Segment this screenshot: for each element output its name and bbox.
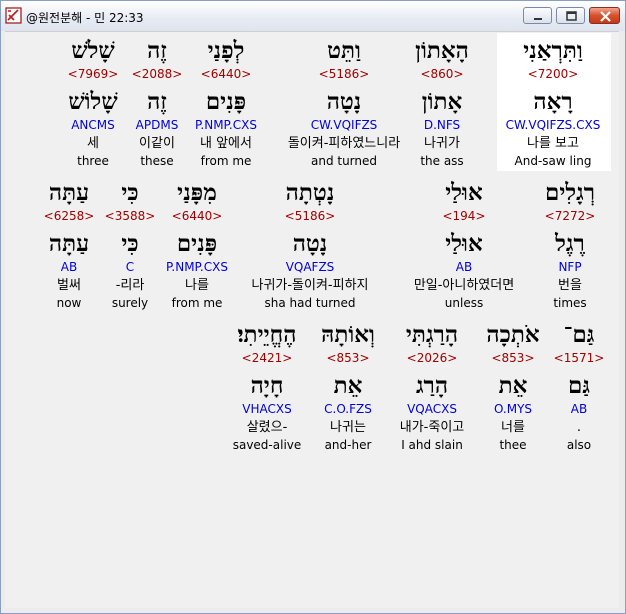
lemma: נָטָה <box>326 88 362 115</box>
word-column[interactable]: וַתִּרְאַנִי <7200> רָאָה CW.VQIFZS.CXS 나를 보… <box>493 36 613 169</box>
english-gloss: times <box>553 296 587 310</box>
strong-number: <2421> <box>241 351 293 365</box>
english-gloss: sha had turned <box>264 296 356 310</box>
app-icon <box>5 7 22 24</box>
korean-gloss: 돌이켜-피하였느니라 <box>287 136 401 151</box>
title-bar[interactable]: @원전분해 - 민 22:33 <box>1 1 625 31</box>
hebrew-word: וַתִּרְאַנִי <box>523 37 583 64</box>
korean-gloss: 나귀가-돌이켜-피하지 <box>251 278 369 293</box>
english-gloss: now <box>56 296 82 310</box>
hebrew-word: שָׁלֹשׁ <box>71 37 115 64</box>
word-column[interactable]: עַתָּה <6258> עַתָּה AB 벌써 now <box>9 178 129 311</box>
english-gloss: saved-alive <box>232 438 302 452</box>
close-icon <box>600 11 611 22</box>
korean-gloss: 살렸으- <box>246 420 288 435</box>
hebrew-word: עַתָּה <box>48 179 90 206</box>
english-gloss: and turned <box>310 154 378 168</box>
word-column[interactable]: אוּלַי <194> אוּלַי AB 만일-아니하였더면 unless <box>404 178 524 311</box>
english-gloss: unless <box>444 296 484 310</box>
lemma: עַתָּה <box>48 230 90 257</box>
word-column[interactable]: שָׁלֹשׁ <7969> שָׁלוֹשׁ ANCMS 세 three <box>33 36 153 169</box>
morphology-code: NFP <box>558 260 582 274</box>
word-column[interactable]: וַתֵּט <5186> נָטָה CW.VQIFZS 돌이켜-피하였느니라 and … <box>284 36 404 169</box>
maximize-icon <box>566 11 577 21</box>
minimize-icon <box>534 18 542 20</box>
lemma: אוּלַי <box>445 230 483 257</box>
morphology-code: AB <box>455 260 473 274</box>
strong-number: <7200> <box>527 67 579 81</box>
morphology-code: CW.VQIFZS <box>310 118 378 132</box>
strong-number: <194> <box>442 209 486 223</box>
korean-gloss: 나를 보고 <box>527 136 579 151</box>
hebrew-word: נָטְתָה <box>285 179 335 206</box>
hebrew-word: אוּלַי <box>445 179 483 206</box>
hebrew-word: רְגָלִים <box>544 179 596 206</box>
word-column[interactable]: הֶחֱיֵיתִי׃ <2421> חָיָה VHACXS 살렸으-saved-al… <box>207 320 327 453</box>
close-button[interactable] <box>589 7 620 24</box>
maximize-button[interactable] <box>556 7 585 24</box>
hebrew-word: וַתֵּט <box>327 37 361 64</box>
lemma: שָׁלוֹשׁ <box>68 88 118 115</box>
window-title: @원전분해 - 민 22:33 <box>26 11 144 25</box>
strong-number: <6258> <box>43 209 95 223</box>
morphology-code: AB <box>60 260 78 274</box>
word-column[interactable]: רְגָלִים <7272> רֶגֶל NFP 번을 times <box>510 178 626 311</box>
morphology-code: ANCMS <box>71 118 115 132</box>
morphology-code: CW.VQIFZS.CXS <box>505 118 601 132</box>
word-column[interactable]: נָטְתָה <5186> נָטָה VQAFZS 나귀가-돌이켜-피하지 sha h… <box>250 178 370 311</box>
english-gloss: And-saw ling <box>514 154 592 168</box>
minimize-button[interactable] <box>523 7 552 24</box>
korean-gloss: 세 <box>87 136 99 151</box>
hebrew-word: הֶחֱיֵיתִי׃ <box>237 321 297 348</box>
korean-gloss: 번을 <box>558 278 582 293</box>
strong-number: <7969> <box>67 67 119 81</box>
korean-gloss: 만일-아니하였더면 <box>413 278 515 293</box>
lemma: נָטָה <box>292 230 328 257</box>
strong-number: <7272> <box>544 209 596 223</box>
lemma: רָאָה <box>533 88 573 115</box>
morphology-code: VQAFZS <box>285 260 335 274</box>
morphology-code: VHACXS <box>242 402 292 416</box>
english-gloss: three <box>77 154 109 168</box>
strong-number: <5186> <box>318 67 370 81</box>
korean-gloss: 벌써 <box>57 278 81 293</box>
lemma: רֶגֶל <box>555 230 585 257</box>
strong-number: <5186> <box>284 209 336 223</box>
lemma: חָיָה <box>250 372 284 399</box>
